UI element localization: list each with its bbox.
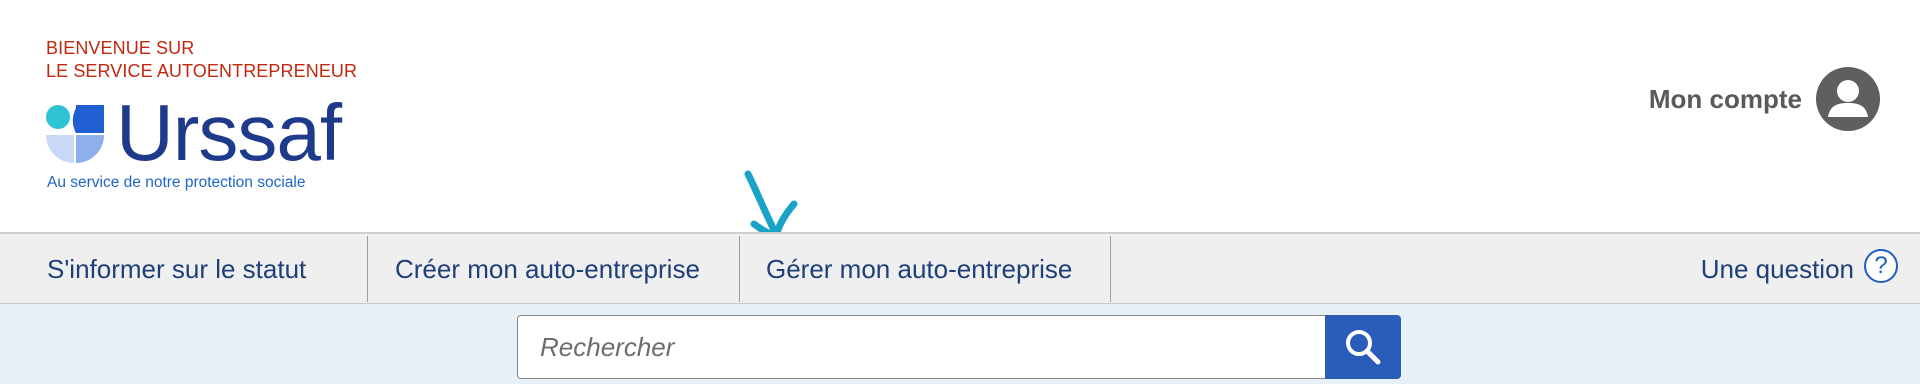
welcome-text: BIENVENUE SUR LE SERVICE AUTOENTREPRENEU… [46, 37, 357, 83]
nav-item-label: S'informer sur le statut [47, 253, 307, 284]
urssaf-logo[interactable]: Urssaf Au service de notre protection so… [46, 93, 356, 195]
account-button[interactable]: Mon compte [1649, 67, 1880, 131]
account-label: Mon compte [1648, 83, 1802, 114]
logo-wordmark: Urssaf [116, 88, 342, 177]
search-section [0, 304, 1920, 384]
search-icon [1346, 330, 1381, 365]
main-navigation: S'informer sur le statut Créer mon auto-… [0, 232, 1920, 304]
nav-divider [367, 236, 368, 302]
welcome-line-2: LE SERVICE AUTOENTREPRENEUR [46, 61, 358, 81]
nav-divider [1110, 236, 1111, 302]
nav-item-gerer[interactable]: Gérer mon auto-entreprise [766, 234, 1072, 304]
nav-item-creer[interactable]: Créer mon auto-entreprise [395, 234, 700, 304]
site-header: BIENVENUE SUR LE SERVICE AUTOENTREPRENEU… [0, 0, 1920, 232]
search-input[interactable] [518, 316, 1327, 378]
nav-item-label: Gérer mon auto-entreprise [766, 253, 1073, 284]
search-field[interactable] [517, 315, 1327, 379]
nav-divider [739, 236, 740, 302]
urssaf-logo-mark-icon [46, 105, 104, 163]
question-label: Une question [1700, 253, 1854, 284]
search-button[interactable] [1325, 315, 1401, 379]
logo-tagline: Au service de notre protection sociale [47, 174, 306, 191]
nav-item-label: Créer mon auto-entreprise [395, 253, 700, 284]
welcome-line-1: BIENVENUE SUR [46, 38, 195, 58]
user-avatar-icon [1816, 67, 1880, 131]
nav-item-statut[interactable]: S'informer sur le statut [47, 234, 306, 304]
question-circle-icon: ? [1864, 249, 1898, 283]
question-link[interactable]: Une question ? [1701, 234, 1898, 304]
